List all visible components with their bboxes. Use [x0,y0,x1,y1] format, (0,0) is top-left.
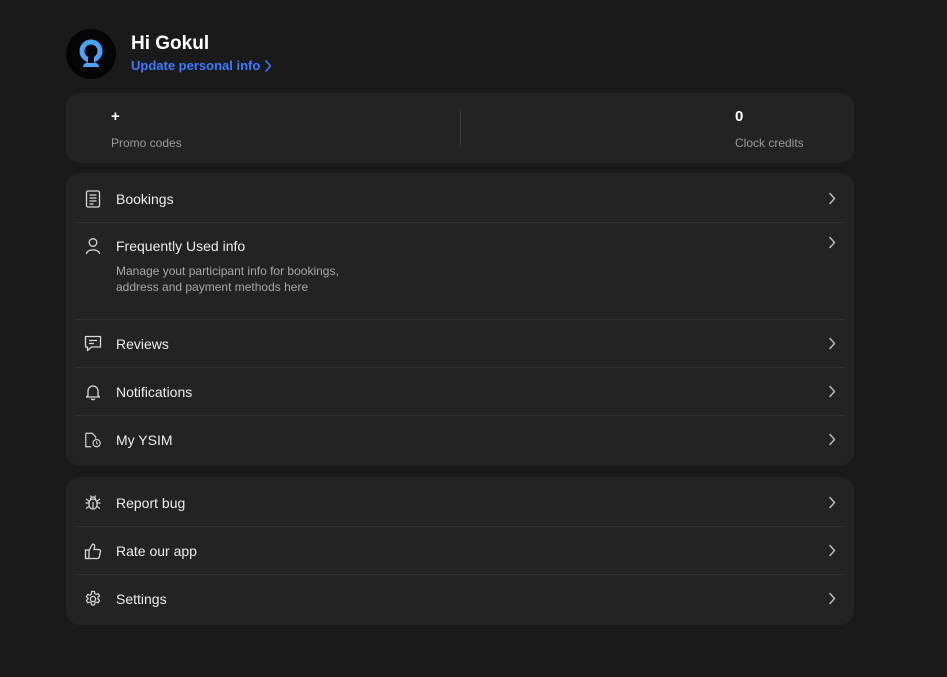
chevron-right-icon [265,59,272,72]
chevron-right-icon [829,544,836,557]
menu-item-description: Manage yout participant info for booking… [116,264,339,294]
clock-credits-label: Clock credits [735,136,804,150]
menu-item-frequently-used-info[interactable]: Frequently Used info Manage yout partici… [76,223,844,320]
user-avatar-icon [79,39,103,67]
document-list-icon [84,189,102,208]
user-icon [84,237,102,255]
account-page: Hi Gokul Update personal info + Promo co… [66,28,854,625]
stats-divider [460,111,461,145]
menu-item-bookings[interactable]: Bookings [76,175,844,223]
menu-item-label: Reviews [116,335,169,352]
promo-codes-stat[interactable]: + Promo codes [111,107,182,150]
menu-item-report-bug[interactable]: Report bug [76,479,844,527]
profile-header: Hi Gokul Update personal info [66,28,854,80]
greeting-title: Hi Gokul [131,33,210,54]
update-personal-info-link[interactable]: Update personal info [131,58,272,73]
promo-codes-value: + [111,108,120,125]
chevron-right-icon [829,592,836,605]
thumbs-up-icon [84,542,102,560]
primary-menu: Bookings Frequently Used info Manage you… [66,173,854,466]
menu-item-notifications[interactable]: Notifications [76,368,844,416]
menu-item-label: Bookings [116,190,174,207]
secondary-menu: Report bug Rate our app Settings [66,477,854,625]
menu-item-label: Notifications [116,383,193,400]
chevron-right-icon [829,496,836,509]
chevron-right-icon [829,433,836,446]
chevron-right-icon [829,192,836,205]
menu-item-label: Frequently Used info [116,238,246,254]
menu-item-label: Settings [116,591,167,607]
bell-icon [84,383,102,401]
menu-item-label: My YSIM [116,432,173,448]
menu-item-my-ysim[interactable]: My YSIM [76,416,844,464]
promo-codes-label: Promo codes [111,136,182,150]
menu-item-settings[interactable]: Settings [76,575,844,623]
menu-item-label: Report bug [116,494,186,511]
profile-text: Hi Gokul Update personal info [131,33,272,75]
chevron-right-icon [829,337,836,350]
bug-icon [84,494,102,512]
stats-card: + Promo codes 0 Clock credits [66,93,854,163]
clock-credits-value: 0 [735,108,744,125]
gear-icon [84,590,102,608]
message-icon [84,335,102,353]
menu-item-label: Rate our app [116,542,197,559]
chevron-right-icon [829,385,836,398]
menu-item-reviews[interactable]: Reviews [76,320,844,368]
update-personal-info-label: Update personal info [131,58,261,73]
chevron-right-icon [829,236,836,249]
sim-file-icon [84,431,102,449]
clock-credits-stat[interactable]: 0 Clock credits [735,107,804,150]
avatar[interactable] [66,29,116,79]
menu-item-rate-our-app[interactable]: Rate our app [76,527,844,575]
